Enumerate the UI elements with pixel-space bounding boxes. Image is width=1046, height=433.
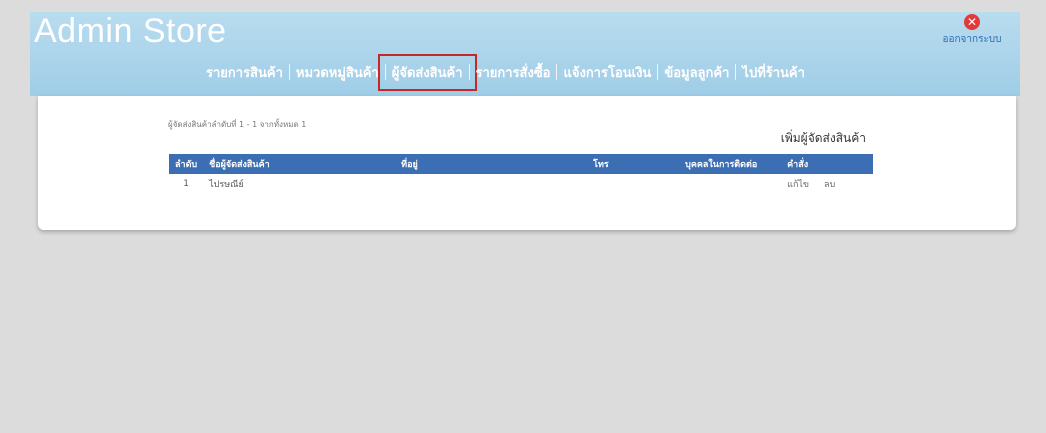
header: Admin Store ✕ ออกจากระบบ รายการสินค้า หม… xyxy=(30,12,1020,96)
col-header-name: ชื่อผู้จัดส่งสินค้า xyxy=(203,154,396,174)
cell-contact xyxy=(679,174,781,194)
shippers-table: ลำดับ ชื่อผู้จัดส่งสินค้า ที่อยู่ โทร บุ… xyxy=(169,154,873,194)
nav-item-categories[interactable]: หมวดหมู่สินค้า xyxy=(290,62,385,83)
table-row: 1 ไปรษณีย์ แก้ไข ลบ xyxy=(169,174,873,194)
cell-actions: แก้ไข ลบ xyxy=(781,174,873,194)
edit-link[interactable]: แก้ไข xyxy=(787,180,809,190)
logout-label: ออกจากระบบ xyxy=(942,34,1002,45)
table-header-row: ลำดับ ชื่อผู้จัดส่งสินค้า ที่อยู่ โทร บุ… xyxy=(169,154,873,174)
nav-divider xyxy=(556,64,558,80)
cell-address xyxy=(395,174,587,194)
nav-item-shippers[interactable]: ผู้จัดส่งสินค้า xyxy=(377,53,477,91)
col-header-contact: บุคคลในการติดต่อ xyxy=(679,154,782,174)
nav-item-payments[interactable]: แจ้งการโอนเงิน xyxy=(557,62,657,83)
cell-name: ไปรษณีย์ xyxy=(209,180,244,190)
main-nav: รายการสินค้า หมวดหมู่สินค้า ผู้จัดส่งสิน… xyxy=(200,53,811,91)
content-panel: ผู้จัดส่งสินค้าลำดับที่ 1 - 1 จากทั้งหมด… xyxy=(38,96,1016,230)
col-header-phone: โทร xyxy=(587,154,680,174)
delete-link[interactable]: ลบ xyxy=(824,180,835,190)
app-title: Admin Store xyxy=(34,12,227,50)
record-summary: ผู้จัดส่งสินค้าลำดับที่ 1 - 1 จากทั้งหมด… xyxy=(168,120,307,129)
nav-divider xyxy=(468,64,470,80)
col-header-address: ที่อยู่ xyxy=(395,154,588,174)
nav-item-orders[interactable]: รายการสั่งซื้อ xyxy=(470,62,557,83)
logout-button[interactable]: ✕ ออกจากระบบ xyxy=(932,14,1012,47)
nav-item-storefront[interactable]: ไปที่ร้านค้า xyxy=(736,62,811,83)
col-header-number: ลำดับ xyxy=(169,154,204,174)
nav-divider xyxy=(735,64,737,80)
nav-item-products[interactable]: รายการสินค้า xyxy=(200,62,289,83)
cell-number: 1 xyxy=(183,179,189,189)
nav-item-customers[interactable]: ข้อมูลลูกค้า xyxy=(658,62,735,83)
col-header-actions: คำสั่ง xyxy=(781,154,873,174)
nav-divider xyxy=(657,64,659,80)
add-shipper-link[interactable]: เพิ่มผู้จัดส่งสินค้า xyxy=(781,129,866,148)
nav-divider xyxy=(288,64,290,80)
nav-divider xyxy=(384,64,386,80)
close-icon: ✕ xyxy=(964,14,980,30)
cell-phone xyxy=(587,174,679,194)
